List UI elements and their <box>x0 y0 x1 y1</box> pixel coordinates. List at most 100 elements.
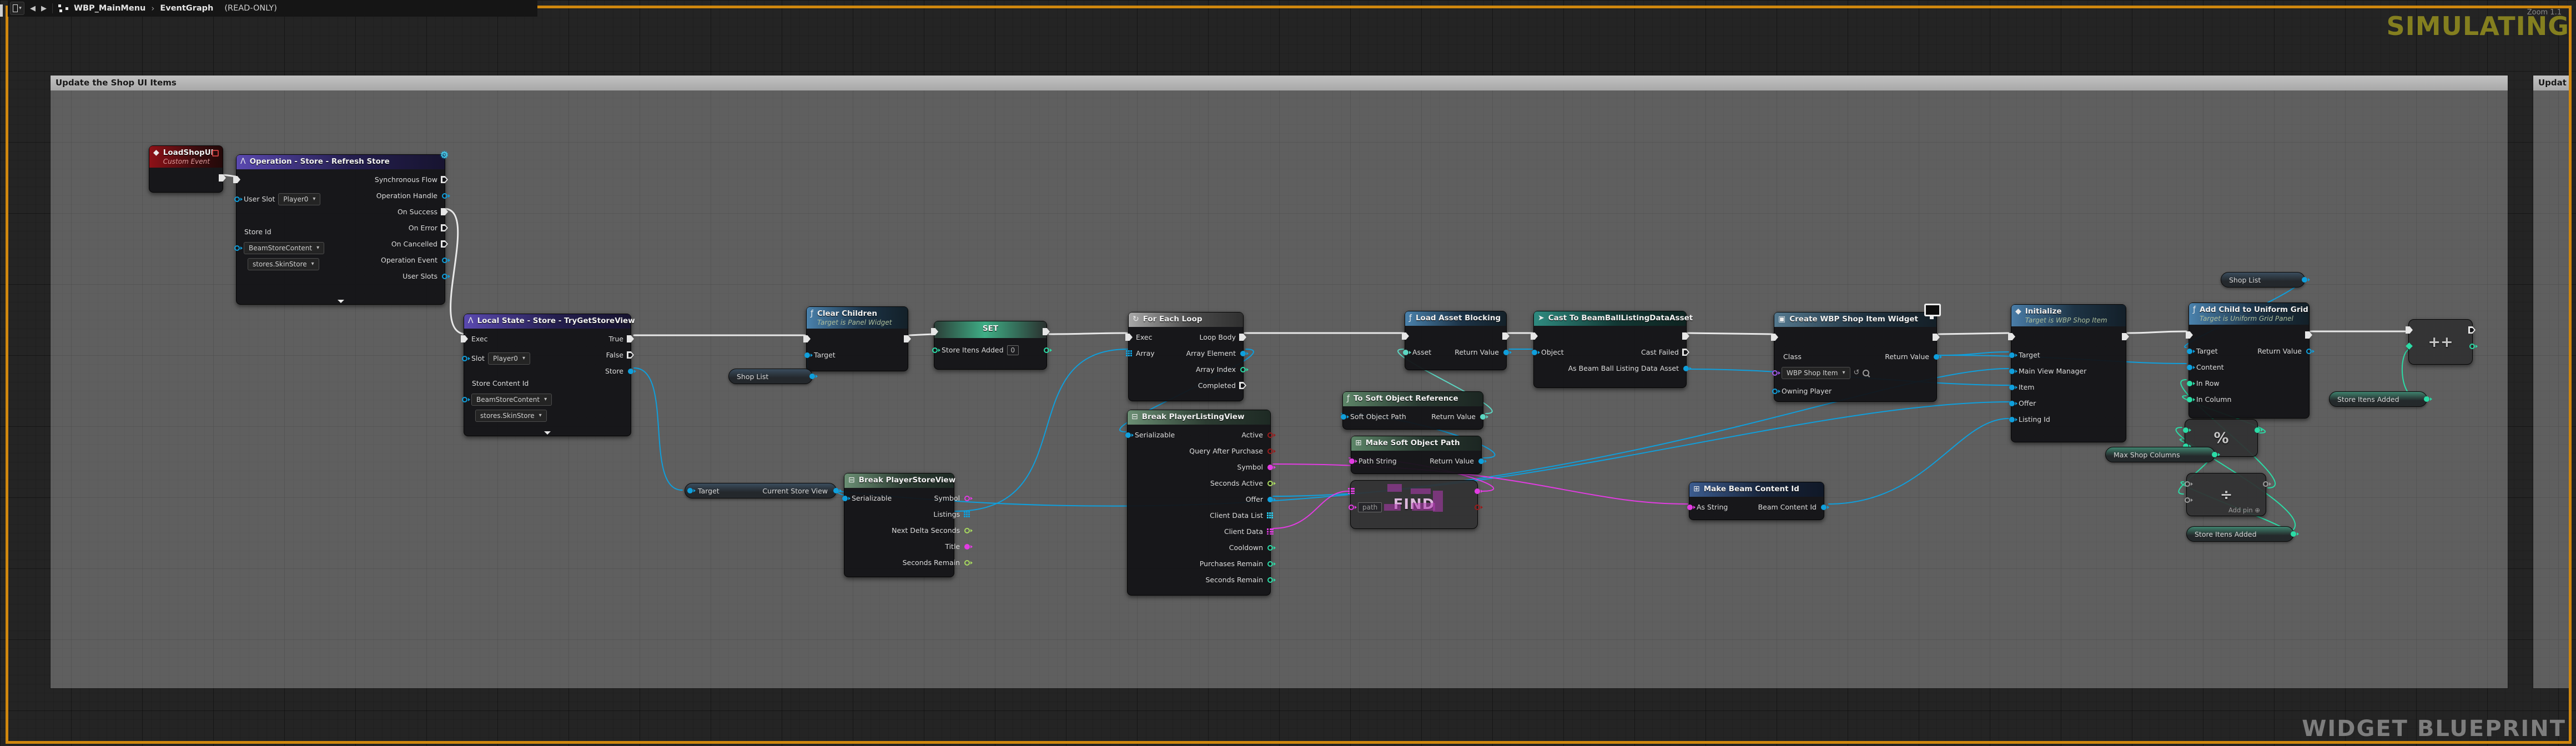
data-pin[interactable] <box>2008 351 2015 359</box>
exec-pin[interactable] <box>1682 332 1689 340</box>
event-loadshopui[interactable]: ◆LoadShopUICustom Event <box>149 145 223 193</box>
node-divide[interactable]: ÷Add pin ⊕ <box>2186 473 2266 516</box>
node-local-state-trygetstoreview[interactable]: ΛLocal State - Store - TryGetStoreViewEx… <box>464 314 631 436</box>
data-pin[interactable] <box>2183 496 2191 504</box>
node-cast-to-beamballlistingdataasset[interactable]: ➤Cast To BeamBallListingDataAssetObjectC… <box>1533 311 1687 388</box>
data-pin[interactable] <box>441 191 448 200</box>
exec-pin[interactable] <box>2122 332 2129 341</box>
node-header[interactable]: ◆LoadShopUICustom Event <box>149 146 223 168</box>
pill-store-itens-added-bottom[interactable]: Store Itens Added <box>2186 526 2294 542</box>
exec-pin[interactable] <box>2008 332 2015 341</box>
data-pin[interactable] <box>1043 346 1050 354</box>
exec-pin[interactable] <box>1933 333 1940 341</box>
node-clear-children[interactable]: ƒClear ChildrenTarget is Panel WidgetTar… <box>806 306 908 371</box>
data-pin[interactable] <box>1473 487 1481 495</box>
data-pin[interactable] <box>2301 276 2308 284</box>
node-header[interactable]: ƒTo Soft Object Reference <box>1343 392 1483 406</box>
node-for-each-loop[interactable]: ↻For Each LoopExecArrayLoop BodyArray El… <box>1128 312 1244 401</box>
data-pin[interactable] <box>233 244 240 252</box>
data-pin[interactable] <box>1473 503 1481 511</box>
data-pin[interactable] <box>1348 457 1355 465</box>
comment-box[interactable]: Updat <box>2533 75 2570 689</box>
data-pin[interactable] <box>2186 379 2193 387</box>
pill-shop-list-1[interactable]: Shop List <box>728 369 813 384</box>
data-pin[interactable] <box>2262 480 2269 488</box>
data-pin[interactable] <box>1266 511 1274 520</box>
data-pin[interactable] <box>1682 364 1689 372</box>
data-pin[interactable] <box>2182 426 2189 434</box>
exec-pin[interactable] <box>1531 332 1538 340</box>
node-make-soft-object-path[interactable]: ⊞Make Soft Object PathPath StringReturn … <box>1351 436 1482 474</box>
panel-tab-icon[interactable]: ▾ <box>10 2 24 15</box>
dropdown[interactable]: Player0▾ <box>278 193 320 205</box>
data-pin[interactable] <box>2305 347 2312 355</box>
data-pin[interactable] <box>1477 457 1485 465</box>
blueprint-graph-canvas[interactable]: ▾ ◀ ▶ WBP_MainMenu › EventGraph (READ-ON… <box>0 0 2576 746</box>
exec-pin[interactable] <box>627 351 634 359</box>
data-pin[interactable] <box>2423 395 2430 404</box>
node-header[interactable]: ⊟Break PlayerStoreView <box>844 473 954 488</box>
node-header[interactable]: ƒClear ChildrenTarget is Panel Widget <box>807 307 908 329</box>
node-increment-int[interactable]: ++ <box>2408 319 2473 365</box>
data-pin[interactable] <box>2186 347 2193 355</box>
data-pin[interactable] <box>441 256 448 264</box>
data-pin[interactable] <box>1266 463 1274 471</box>
comment-title[interactable]: Updat <box>2533 75 2570 90</box>
exec-pin[interactable] <box>461 335 468 343</box>
node-initialize[interactable]: ◆InitializeTarget is WBP Shop ItemTarget… <box>2011 304 2126 442</box>
node-create-wbp-shop-item-widget[interactable]: ▣Create WBP Shop Item WidgetClassWBP Sho… <box>1774 312 1937 402</box>
data-pin[interactable] <box>1502 348 1510 356</box>
data-pin[interactable] <box>2008 383 2015 391</box>
gear-icon[interactable]: ⚙ <box>440 150 449 161</box>
exec-pin[interactable] <box>2468 326 2476 334</box>
exec-pin[interactable] <box>1125 333 1133 341</box>
data-pin[interactable] <box>1479 412 1486 421</box>
pill-shop-list-2[interactable]: Shop List <box>2221 272 2305 288</box>
data-pin[interactable] <box>2186 395 2193 404</box>
data-pin[interactable] <box>2008 367 2015 375</box>
exec-pin[interactable] <box>2305 331 2312 339</box>
data-pin[interactable] <box>627 367 634 375</box>
data-pin[interactable] <box>1266 431 1274 439</box>
add-pin-button[interactable]: Add pin ⊕ <box>2228 506 2260 514</box>
back-arrow-icon[interactable]: ◀ <box>30 4 36 13</box>
exec-pin[interactable] <box>1682 348 1689 356</box>
data-pin[interactable] <box>1686 503 1693 511</box>
data-pin[interactable] <box>686 487 693 495</box>
data-pin[interactable] <box>1125 349 1133 357</box>
node-operation-store-refresh-store[interactable]: ΛOperation - Store - Refresh StoreUser S… <box>236 154 445 305</box>
data-pin[interactable] <box>461 354 468 362</box>
exec-pin[interactable] <box>233 175 240 184</box>
dropdown[interactable]: WBP Shop Item▾ <box>1782 367 1850 379</box>
data-pin[interactable] <box>461 395 468 404</box>
data-pin[interactable] <box>963 558 970 567</box>
data-pin[interactable] <box>1340 412 1347 421</box>
data-pin[interactable] <box>1933 352 1940 361</box>
data-pin[interactable] <box>2211 451 2218 459</box>
comment-title[interactable]: Update the Shop UI Items <box>51 75 2508 90</box>
data-pin[interactable] <box>1347 487 1355 495</box>
node-header[interactable]: ⊞Make Beam Content Id <box>1689 482 1824 497</box>
data-pin[interactable] <box>2186 363 2193 371</box>
node-break-playerstoreview[interactable]: ⊟Break PlayerStoreViewSerializableSymbol… <box>844 473 954 577</box>
data-pin[interactable] <box>2008 415 2015 424</box>
exec-pin[interactable] <box>441 224 448 232</box>
data-pin[interactable] <box>1124 431 1131 439</box>
data-pin[interactable] <box>1266 495 1274 503</box>
data-pin[interactable] <box>1239 365 1246 374</box>
data-pin[interactable] <box>1531 348 1538 356</box>
data-pin[interactable] <box>1771 369 1778 377</box>
node-header[interactable]: ƒLoad Asset Blocking <box>1405 311 1506 326</box>
exec-pin[interactable] <box>2186 331 2193 339</box>
forward-arrow-icon[interactable]: ▶ <box>41 4 47 13</box>
data-pin[interactable] <box>2183 480 2191 488</box>
search-icon[interactable] <box>1863 370 1869 376</box>
data-pin[interactable] <box>832 487 839 495</box>
breadcrumb-asset[interactable]: WBP_MainMenu <box>74 4 145 13</box>
node-header[interactable]: ΛOperation - Store - Refresh Store <box>237 155 445 169</box>
data-pin[interactable] <box>2008 399 2015 407</box>
node-add-child-to-uniform-grid[interactable]: ƒAdd Child to Uniform GridTarget is Unif… <box>2188 303 2310 419</box>
data-pin[interactable] <box>803 351 811 359</box>
node-break-playerlistingview[interactable]: ⊟Break PlayerListingViewSerializableActi… <box>1127 410 1271 596</box>
exec-pin[interactable] <box>627 335 634 343</box>
